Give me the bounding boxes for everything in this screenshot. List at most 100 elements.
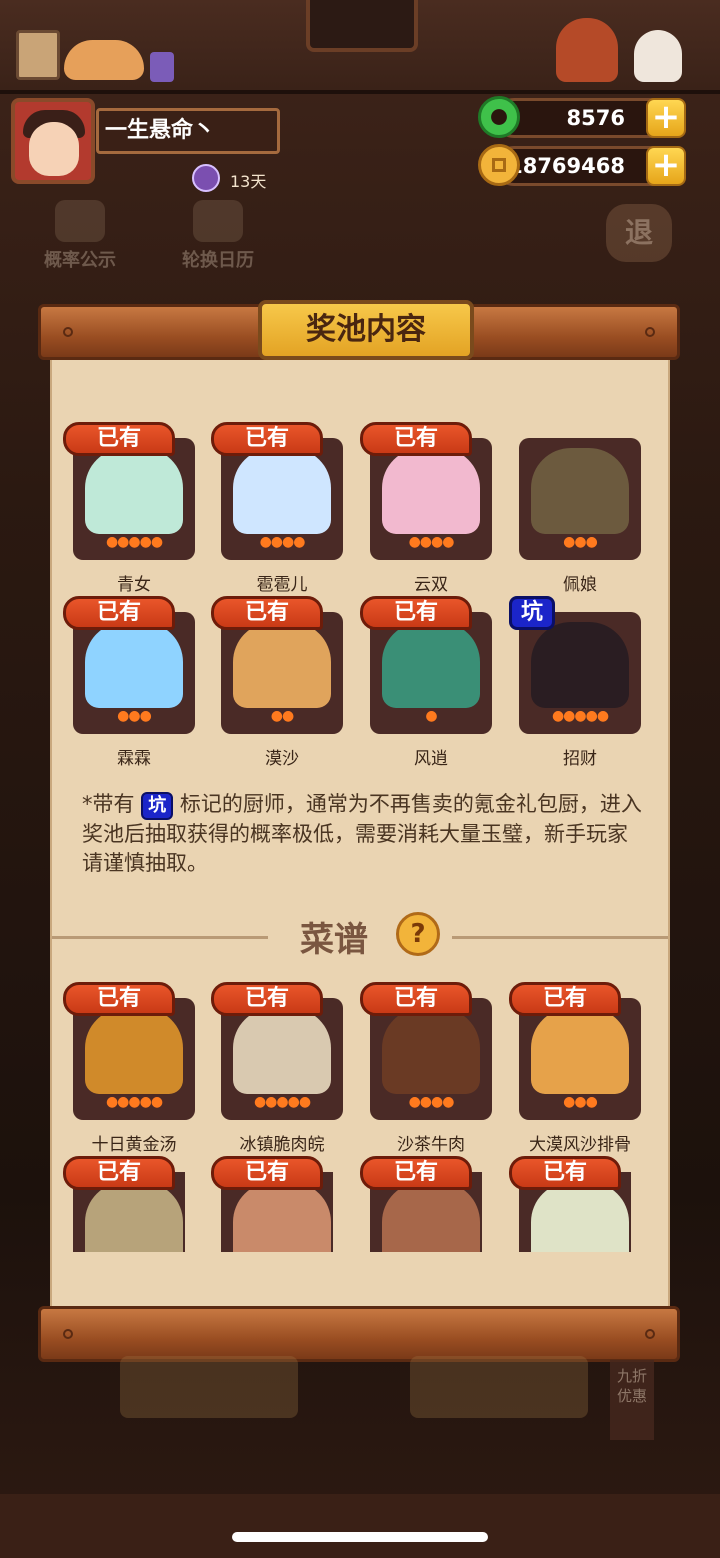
chef-name: 佩娘 xyxy=(563,575,597,595)
flame-rating-icon: ● xyxy=(425,708,437,724)
white-cat-icon xyxy=(634,30,682,82)
hanging-sign xyxy=(306,0,418,52)
add-gold-button[interactable]: + xyxy=(646,146,686,186)
chef-portrait xyxy=(85,622,183,708)
bottom-bar xyxy=(0,1494,720,1558)
recipe-portrait xyxy=(233,1182,331,1252)
scroll-rod-bottom[interactable] xyxy=(38,1306,680,1362)
recipe-portrait xyxy=(531,1182,629,1252)
exit-button: 退 xyxy=(606,204,672,262)
percent-icon xyxy=(55,200,105,242)
chef-card[interactable]: ●●●●● 已有青女 xyxy=(63,422,195,602)
probability-label: 概率公示 xyxy=(44,250,116,271)
recipe-card[interactable]: 已有 xyxy=(360,1156,482,1252)
avatar-face xyxy=(29,122,79,176)
gold-coin-icon xyxy=(478,144,520,186)
chef-card[interactable]: ● 已有风逍 xyxy=(360,596,492,776)
player-avatar[interactable] xyxy=(11,98,95,184)
chef-card[interactable]: ●●● 已有 霖霖 xyxy=(63,596,195,776)
flame-rating-icon: ●● xyxy=(270,708,294,724)
recipe-name: 沙茶牛肉 xyxy=(397,1135,465,1155)
help-icon[interactable]: ? xyxy=(396,912,440,956)
chef-card[interactable]: ●●● 佩娘 xyxy=(509,422,641,602)
note-prefix: *带有 xyxy=(82,792,135,816)
recipe-portrait xyxy=(531,1008,629,1094)
flame-rating-icon: ●●●●● xyxy=(551,708,609,724)
chef-portrait xyxy=(531,448,629,534)
chef-card[interactable]: ●●●● 已有云双 xyxy=(360,422,492,602)
flame-rating-icon: ●●●● xyxy=(259,534,306,550)
owned-badge: 已有 xyxy=(360,422,472,456)
chef-card[interactable]: ●●●● 已有雹雹儿 xyxy=(211,422,343,602)
nail-icon xyxy=(63,1329,73,1339)
player-name: 一生悬命丶 xyxy=(96,108,280,154)
streak-avatar-icon xyxy=(192,164,220,192)
draw-once-button xyxy=(120,1356,298,1418)
recipe-card[interactable]: ●●●●● 已有十日黄金汤 xyxy=(63,982,195,1162)
calendar-button: 轮换日历 xyxy=(182,200,254,272)
flame-rating-icon: ●●●●● xyxy=(105,1094,163,1110)
calendar-icon xyxy=(193,200,243,242)
owned-badge: 已有 xyxy=(63,422,175,456)
pit-badge-inline: 坑 xyxy=(141,792,174,820)
chalkboard-icon xyxy=(16,30,60,80)
panel-title: 奖池内容 xyxy=(258,300,474,360)
recipe-name: 十日黄金汤 xyxy=(91,1135,177,1155)
recipe-portrait xyxy=(382,1008,480,1094)
calendar-label: 轮换日历 xyxy=(182,250,254,271)
chef-name: 雹雹儿 xyxy=(256,575,308,595)
recipe-card[interactable]: ●●●●● 已有 冰镇脆肉皖 xyxy=(211,982,343,1162)
flame-rating-icon: ●●●●● xyxy=(105,534,163,550)
chef-name: 青女 xyxy=(117,575,151,595)
draw-ten-button xyxy=(410,1356,588,1418)
chef-card[interactable]: ●●●●● 坑招财 xyxy=(509,596,641,776)
chef-name: 云双 xyxy=(414,575,448,595)
recipe-card[interactable]: 已有 xyxy=(211,1156,333,1252)
owned-badge: 已有 xyxy=(360,982,472,1016)
owned-badge: 已有 xyxy=(211,982,323,1016)
draw-buttons xyxy=(120,1356,600,1418)
recipe-name: 大漠风沙排骨 xyxy=(529,1135,631,1155)
nail-icon xyxy=(645,327,655,337)
recipe-card[interactable]: ●●● 已有 大漠风沙排骨 xyxy=(509,982,641,1162)
chef-portrait xyxy=(233,448,331,534)
owned-badge: 已有 xyxy=(360,596,472,630)
chef-name: 风逍 xyxy=(414,749,448,769)
top-decoration-bar xyxy=(0,0,720,94)
owned-badge: 已有 xyxy=(63,1156,175,1190)
flame-rating-icon: ●●●● xyxy=(408,534,455,550)
flame-rating-icon: ●●●●● xyxy=(253,1094,311,1110)
owned-badge: 已有 xyxy=(63,596,175,630)
chef-portrait xyxy=(85,448,183,534)
owned-badge: 已有 xyxy=(360,1156,472,1190)
recipe-portrait xyxy=(382,1182,480,1252)
add-jade-button[interactable]: + xyxy=(646,98,686,138)
owned-badge: 已有 xyxy=(509,982,621,1016)
jade-icon xyxy=(478,96,520,138)
sleeping-cat-icon xyxy=(64,40,144,80)
recipe-card[interactable]: ●●●● 已有 沙茶牛肉 xyxy=(360,982,492,1162)
recipe-card[interactable]: 已有 xyxy=(509,1156,631,1252)
recipe-card[interactable]: 已有 xyxy=(63,1156,185,1252)
recipe-portrait xyxy=(85,1008,183,1094)
owned-badge: 已有 xyxy=(211,422,323,456)
owned-badge: 已有 xyxy=(63,982,175,1016)
owned-badge: 已有 xyxy=(211,596,323,630)
owned-badge: 已有 xyxy=(211,1156,323,1190)
divider-left xyxy=(52,936,268,939)
flame-rating-icon: ●●● xyxy=(117,708,152,724)
chef-portrait xyxy=(531,622,629,708)
chef-portrait xyxy=(382,448,480,534)
chef-character-icon xyxy=(556,18,618,82)
recipe-section-title: 菜谱 xyxy=(300,920,368,960)
discount-badge: 九折优惠 xyxy=(610,1360,654,1440)
recipe-portrait xyxy=(85,1182,183,1252)
probability-button: 概率公示 xyxy=(44,200,116,272)
owned-badge: 已有 xyxy=(509,1156,621,1190)
jar-icon xyxy=(150,52,174,82)
home-indicator[interactable] xyxy=(232,1532,488,1542)
recipe-portrait xyxy=(233,1008,331,1094)
chef-card[interactable]: ●● 已有漠沙 xyxy=(211,596,343,776)
chef-name: 漠沙 xyxy=(265,749,299,769)
flame-rating-icon: ●●● xyxy=(563,534,598,550)
